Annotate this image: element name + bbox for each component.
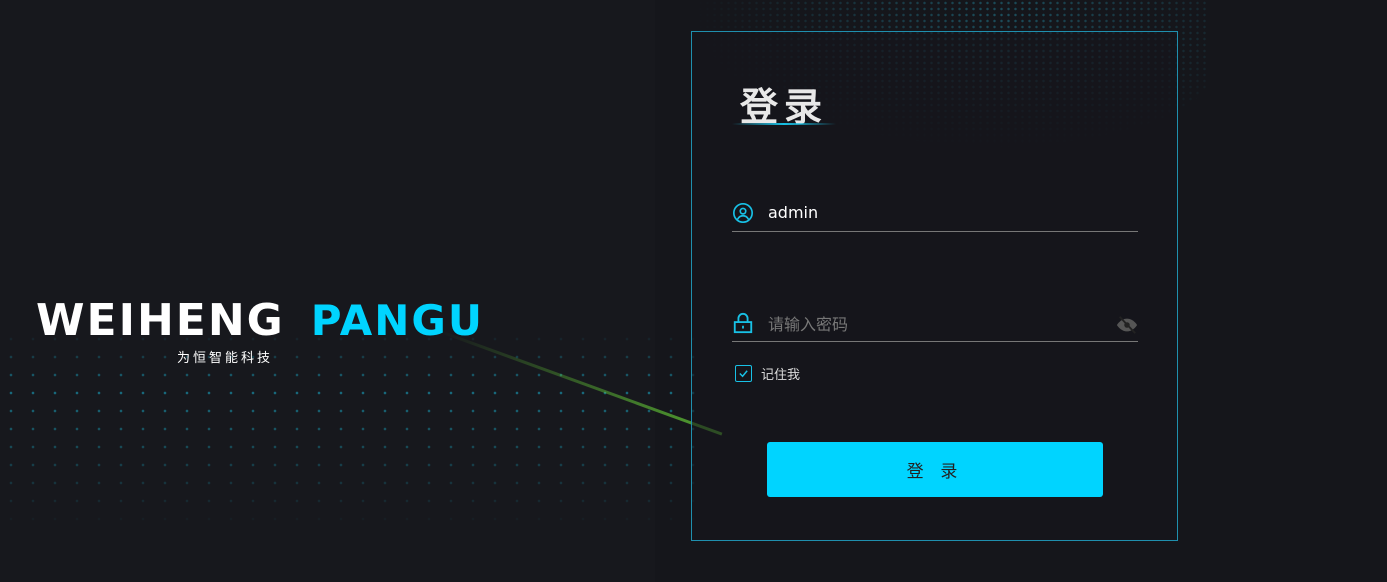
title-underline xyxy=(732,123,836,125)
remember-me-label: 记住我 xyxy=(761,368,801,383)
username-input[interactable]: admin xyxy=(768,203,818,222)
login-panel: 登录 admin 请输入密码 记住我 登 录 xyxy=(691,31,1178,541)
company-subtitle: 为恒智能科技 xyxy=(177,351,274,366)
logo-wordmark: WEIHENG xyxy=(36,294,285,346)
lock-icon xyxy=(733,312,753,333)
eye-off-icon[interactable] xyxy=(1116,314,1138,336)
brand-logo: WEIHENG PANGU xyxy=(36,296,484,345)
password-input[interactable]: 请输入密码 xyxy=(768,311,848,335)
username-field[interactable]: admin xyxy=(732,194,1138,232)
product-name: PANGU xyxy=(310,296,484,345)
login-button[interactable]: 登 录 xyxy=(767,442,1103,497)
check-icon xyxy=(739,370,748,378)
checkbox-checked[interactable] xyxy=(735,365,752,382)
remember-me-checkbox[interactable]: 记住我 xyxy=(735,364,800,383)
dot-grid-decoration xyxy=(0,330,700,530)
password-field[interactable]: 请输入密码 xyxy=(732,304,1138,342)
user-circle-icon xyxy=(733,202,753,223)
